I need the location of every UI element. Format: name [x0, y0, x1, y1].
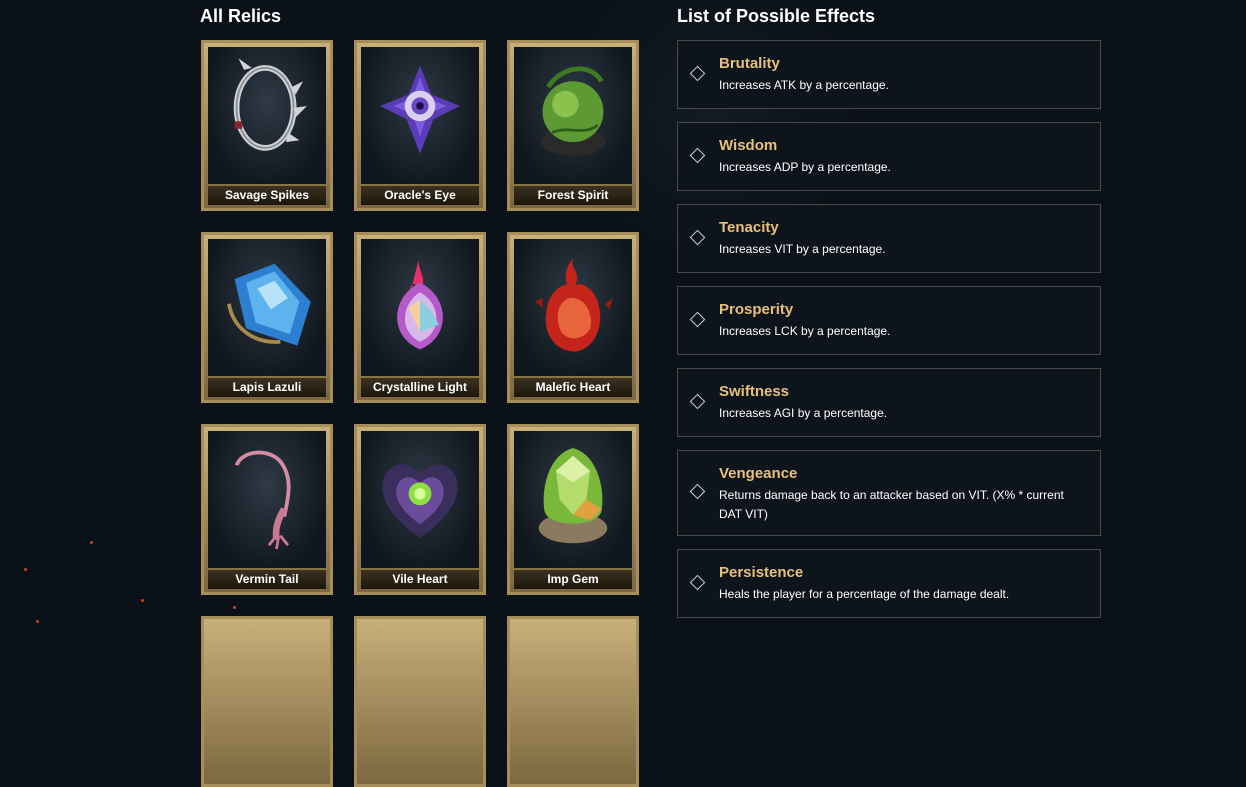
effect-item-vengeance: Vengeance Returns damage back to an atta… — [677, 450, 1101, 536]
relic-art — [208, 47, 326, 184]
relic-card-partial[interactable] — [354, 616, 486, 787]
effect-name: Prosperity — [719, 301, 794, 318]
effect-description: Increases ADP by a percentage. — [719, 160, 891, 174]
relic-name: Vermin Tail — [208, 570, 326, 589]
diamond-icon — [689, 574, 706, 590]
effect-description: Heals the player for a percentage of the… — [719, 587, 1010, 601]
effect-description: Increases AGI by a percentage. — [719, 406, 888, 420]
eye-star-icon — [380, 66, 460, 154]
ember-particle — [90, 541, 93, 544]
effect-name: Brutality — [719, 55, 780, 72]
relic-card-vile-heart[interactable]: Vile Heart — [354, 424, 486, 595]
relic-card-vermin-tail[interactable]: Vermin Tail — [201, 424, 333, 595]
relic-name: Savage Spikes — [208, 186, 326, 205]
effect-item-prosperity: Prosperity Increases LCK by a percentage… — [677, 286, 1101, 355]
dark-heart-icon — [382, 464, 458, 538]
tail-icon — [234, 450, 291, 550]
effect-description: Increases VIT by a percentage. — [719, 242, 886, 256]
relic-name: Forest Spirit — [514, 186, 632, 205]
relic-art — [208, 431, 326, 568]
diamond-icon — [689, 483, 706, 500]
effect-name: Wisdom — [719, 137, 778, 154]
ember-particle — [36, 620, 39, 623]
leaf-orb-icon — [540, 66, 606, 156]
relic-name: Crystalline Light — [361, 378, 479, 397]
red-heart-icon — [534, 258, 613, 352]
effect-description: Returns damage back to an attacker based… — [719, 488, 1064, 521]
effect-item-tenacity: Tenacity Increases VIT by a percentage. — [677, 204, 1101, 273]
effect-item-brutality: Brutality Increases ATK by a percentage. — [677, 40, 1101, 109]
relic-art — [361, 239, 479, 376]
effect-name: Persistence — [719, 564, 804, 581]
relic-card-partial[interactable] — [201, 616, 333, 787]
effect-description: Increases ATK by a percentage. — [719, 78, 889, 92]
relic-art — [514, 47, 632, 184]
relic-card-lapis-lazuli[interactable]: Lapis Lazuli — [201, 232, 333, 403]
relic-card-oracles-eye[interactable]: Oracle's Eye — [354, 40, 486, 211]
effect-name: Swiftness — [719, 383, 790, 400]
relic-art — [208, 239, 326, 376]
diamond-icon — [689, 147, 706, 163]
effect-name: Vengeance — [719, 465, 798, 482]
relic-name: Malefic Heart — [514, 378, 632, 397]
diamond-icon — [689, 65, 706, 81]
effect-item-wisdom: Wisdom Increases ADP by a percentage. — [677, 122, 1101, 191]
relic-card-imp-gem[interactable]: Imp Gem — [507, 424, 639, 595]
relic-card-malefic-heart[interactable]: Malefic Heart — [507, 232, 639, 403]
spiked-ring-icon — [233, 58, 307, 151]
effect-name: Tenacity — [719, 219, 779, 236]
relic-art — [514, 431, 632, 568]
effects-section-title: List of Possible Effects — [677, 6, 876, 26]
effect-description: Increases LCK by a percentage. — [719, 324, 891, 338]
effects-list: Brutality Increases ATK by a percentage.… — [677, 40, 1101, 631]
relic-card-savage-spikes[interactable]: Savage Spikes — [201, 40, 333, 211]
relic-art — [361, 431, 479, 568]
relic-name: Lapis Lazuli — [208, 378, 326, 397]
blue-gem-icon — [227, 263, 311, 346]
diamond-icon — [689, 311, 706, 327]
diamond-icon — [689, 393, 706, 409]
relic-grid: Savage Spikes Oracle's Eye Forest Spirit — [201, 40, 639, 787]
effect-item-persistence: Persistence Heals the player for a perce… — [677, 549, 1101, 618]
diamond-icon — [689, 229, 706, 245]
effect-item-swiftness: Swiftness Increases AGI by a percentage. — [677, 368, 1101, 437]
ember-particle — [24, 568, 27, 571]
relic-name: Vile Heart — [361, 570, 479, 589]
relic-name: Oracle's Eye — [361, 186, 479, 205]
relic-card-forest-spirit[interactable]: Forest Spirit — [507, 40, 639, 211]
relic-card-partial[interactable] — [507, 616, 639, 787]
relic-name: Imp Gem — [514, 570, 632, 589]
relic-art — [514, 239, 632, 376]
relic-card-crystalline-light[interactable]: Crystalline Light — [354, 232, 486, 403]
ember-particle — [141, 599, 144, 602]
relic-art — [361, 47, 479, 184]
relics-section-title: All Relics — [200, 6, 282, 26]
prism-flame-icon — [397, 254, 443, 350]
green-egg-gem-icon — [538, 448, 608, 544]
